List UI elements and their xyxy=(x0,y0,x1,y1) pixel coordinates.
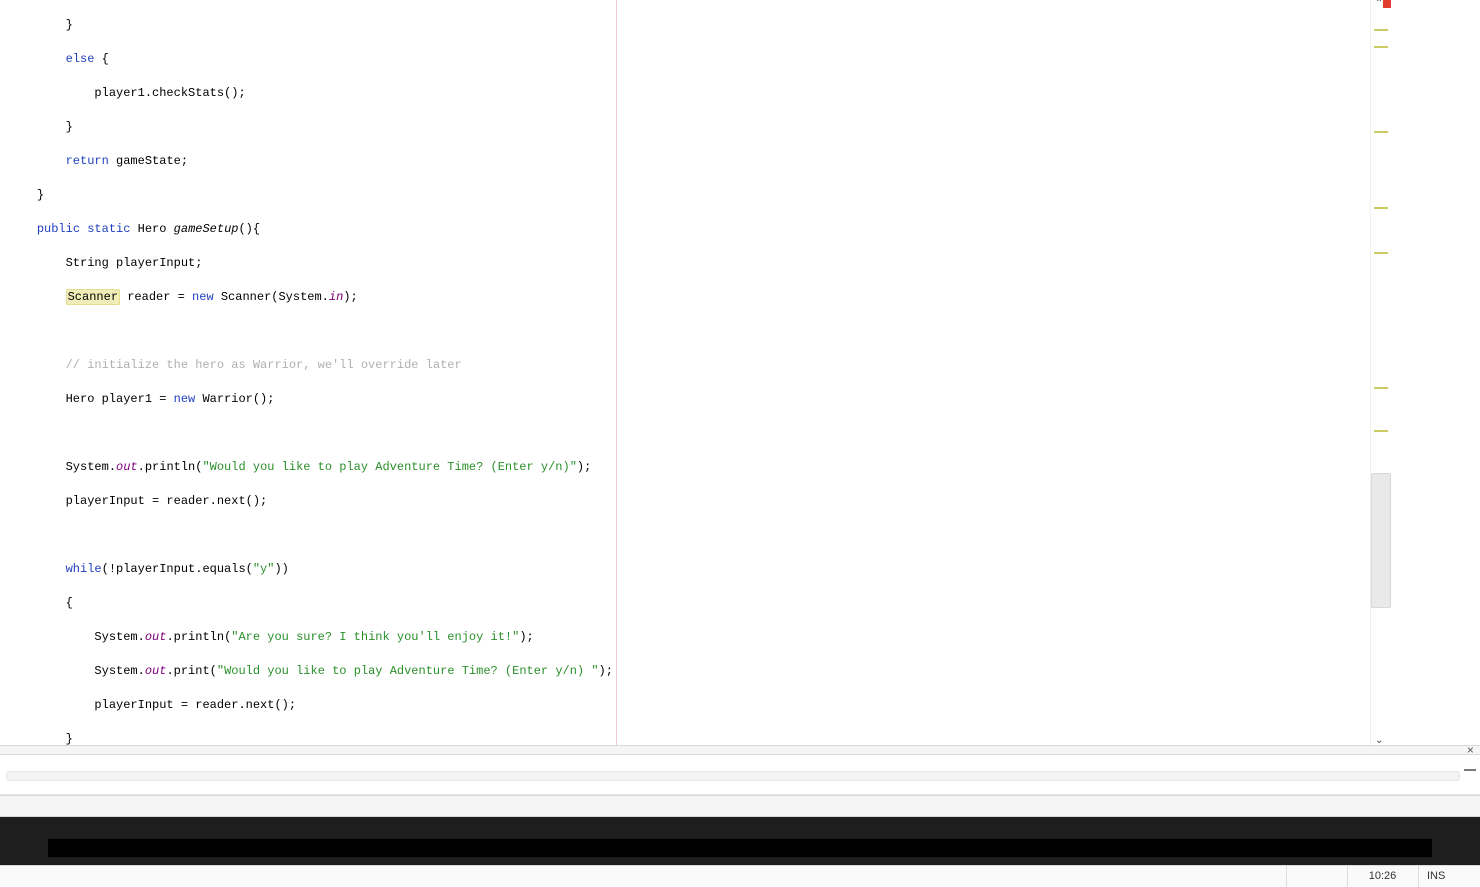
code-token: .println( xyxy=(138,460,203,474)
string-literal: "Would you like to play Adventure Time? … xyxy=(217,664,599,678)
warning-mark[interactable] xyxy=(1374,207,1388,209)
code-token: ); xyxy=(519,630,533,644)
code-token: ); xyxy=(577,460,591,474)
warning-mark[interactable] xyxy=(1374,252,1388,254)
code-token: { xyxy=(94,52,108,66)
method-name: gameSetup xyxy=(174,222,239,236)
code-token: } xyxy=(37,188,44,202)
highlighted-type: Scanner xyxy=(66,289,120,305)
code-token: (!playerInput.equals( xyxy=(102,562,253,576)
analysis-status-icon[interactable] xyxy=(1383,0,1391,8)
keyword-return: return xyxy=(66,154,109,168)
code-token: Warrior(); xyxy=(195,392,274,406)
code-token: System. xyxy=(94,664,144,678)
horizontal-scrollbar[interactable] xyxy=(6,771,1460,781)
code-token: } xyxy=(66,732,73,745)
string-literal: "Are you sure? I think you'll enjoy it!" xyxy=(231,630,519,644)
panel-splitter-lower[interactable] xyxy=(0,795,1480,817)
field-out: out xyxy=(116,460,138,474)
keyword-public: public xyxy=(37,222,80,236)
code-token: ); xyxy=(343,290,357,304)
error-stripe[interactable]: ⌃ ⌄ xyxy=(1370,0,1390,745)
console-output xyxy=(48,839,1432,857)
code-token: } xyxy=(66,18,73,32)
field-out: out xyxy=(145,664,167,678)
keyword-else: else xyxy=(66,52,95,66)
code-token: Hero xyxy=(130,222,173,236)
warning-mark[interactable] xyxy=(1374,387,1388,389)
insert-mode[interactable]: INS xyxy=(1418,866,1480,887)
keyword-static: static xyxy=(80,222,130,236)
field-out: out xyxy=(145,630,167,644)
minimize-icon[interactable] xyxy=(1464,769,1476,771)
code-token: playerInput = reader.next(); xyxy=(66,494,268,508)
string-literal: "y" xyxy=(253,562,275,576)
warning-mark[interactable] xyxy=(1374,430,1388,432)
panel-splitter[interactable]: × xyxy=(0,745,1480,755)
code-token: System. xyxy=(66,460,116,474)
keyword-while: while xyxy=(66,562,102,576)
code-token: { xyxy=(66,596,73,610)
code-token: playerInput = reader.next(); xyxy=(94,698,296,712)
code-token: (){ xyxy=(238,222,260,236)
code-token: } xyxy=(66,120,73,134)
keyword-new: new xyxy=(174,392,196,406)
status-bar: 10:26 INS xyxy=(0,865,1480,886)
code-token: )) xyxy=(274,562,288,576)
warning-mark[interactable] xyxy=(1374,46,1388,48)
status-spacer xyxy=(1286,866,1346,887)
warning-mark[interactable] xyxy=(1374,29,1388,31)
code-token: reader = xyxy=(120,290,192,304)
code-token: Hero player1 = xyxy=(66,392,174,406)
code-token: String playerInput; xyxy=(66,256,203,270)
code-area[interactable]: } else { player1.checkStats(); } return … xyxy=(0,0,1370,745)
keyword-new: new xyxy=(192,290,214,304)
cursor-position[interactable]: 10:26 xyxy=(1347,866,1417,887)
field-in: in xyxy=(329,290,343,304)
code-token: ); xyxy=(599,664,613,678)
code-token: Scanner(System. xyxy=(214,290,329,304)
code-token: .println( xyxy=(166,630,231,644)
code-token: .print( xyxy=(166,664,216,678)
code-token: player1.checkStats(); xyxy=(94,86,245,100)
tool-panel xyxy=(0,755,1480,795)
code-token: System. xyxy=(94,630,144,644)
warning-mark[interactable] xyxy=(1374,131,1388,133)
comment: // initialize the hero as Warrior, we'll… xyxy=(66,358,462,372)
console-panel[interactable] xyxy=(0,817,1480,865)
string-literal: "Would you like to play Adventure Time? … xyxy=(202,460,576,474)
code-editor[interactable]: } else { player1.checkStats(); } return … xyxy=(0,0,1370,745)
scrollbar-thumb[interactable] xyxy=(1371,473,1391,608)
code-token: gameState; xyxy=(109,154,188,168)
